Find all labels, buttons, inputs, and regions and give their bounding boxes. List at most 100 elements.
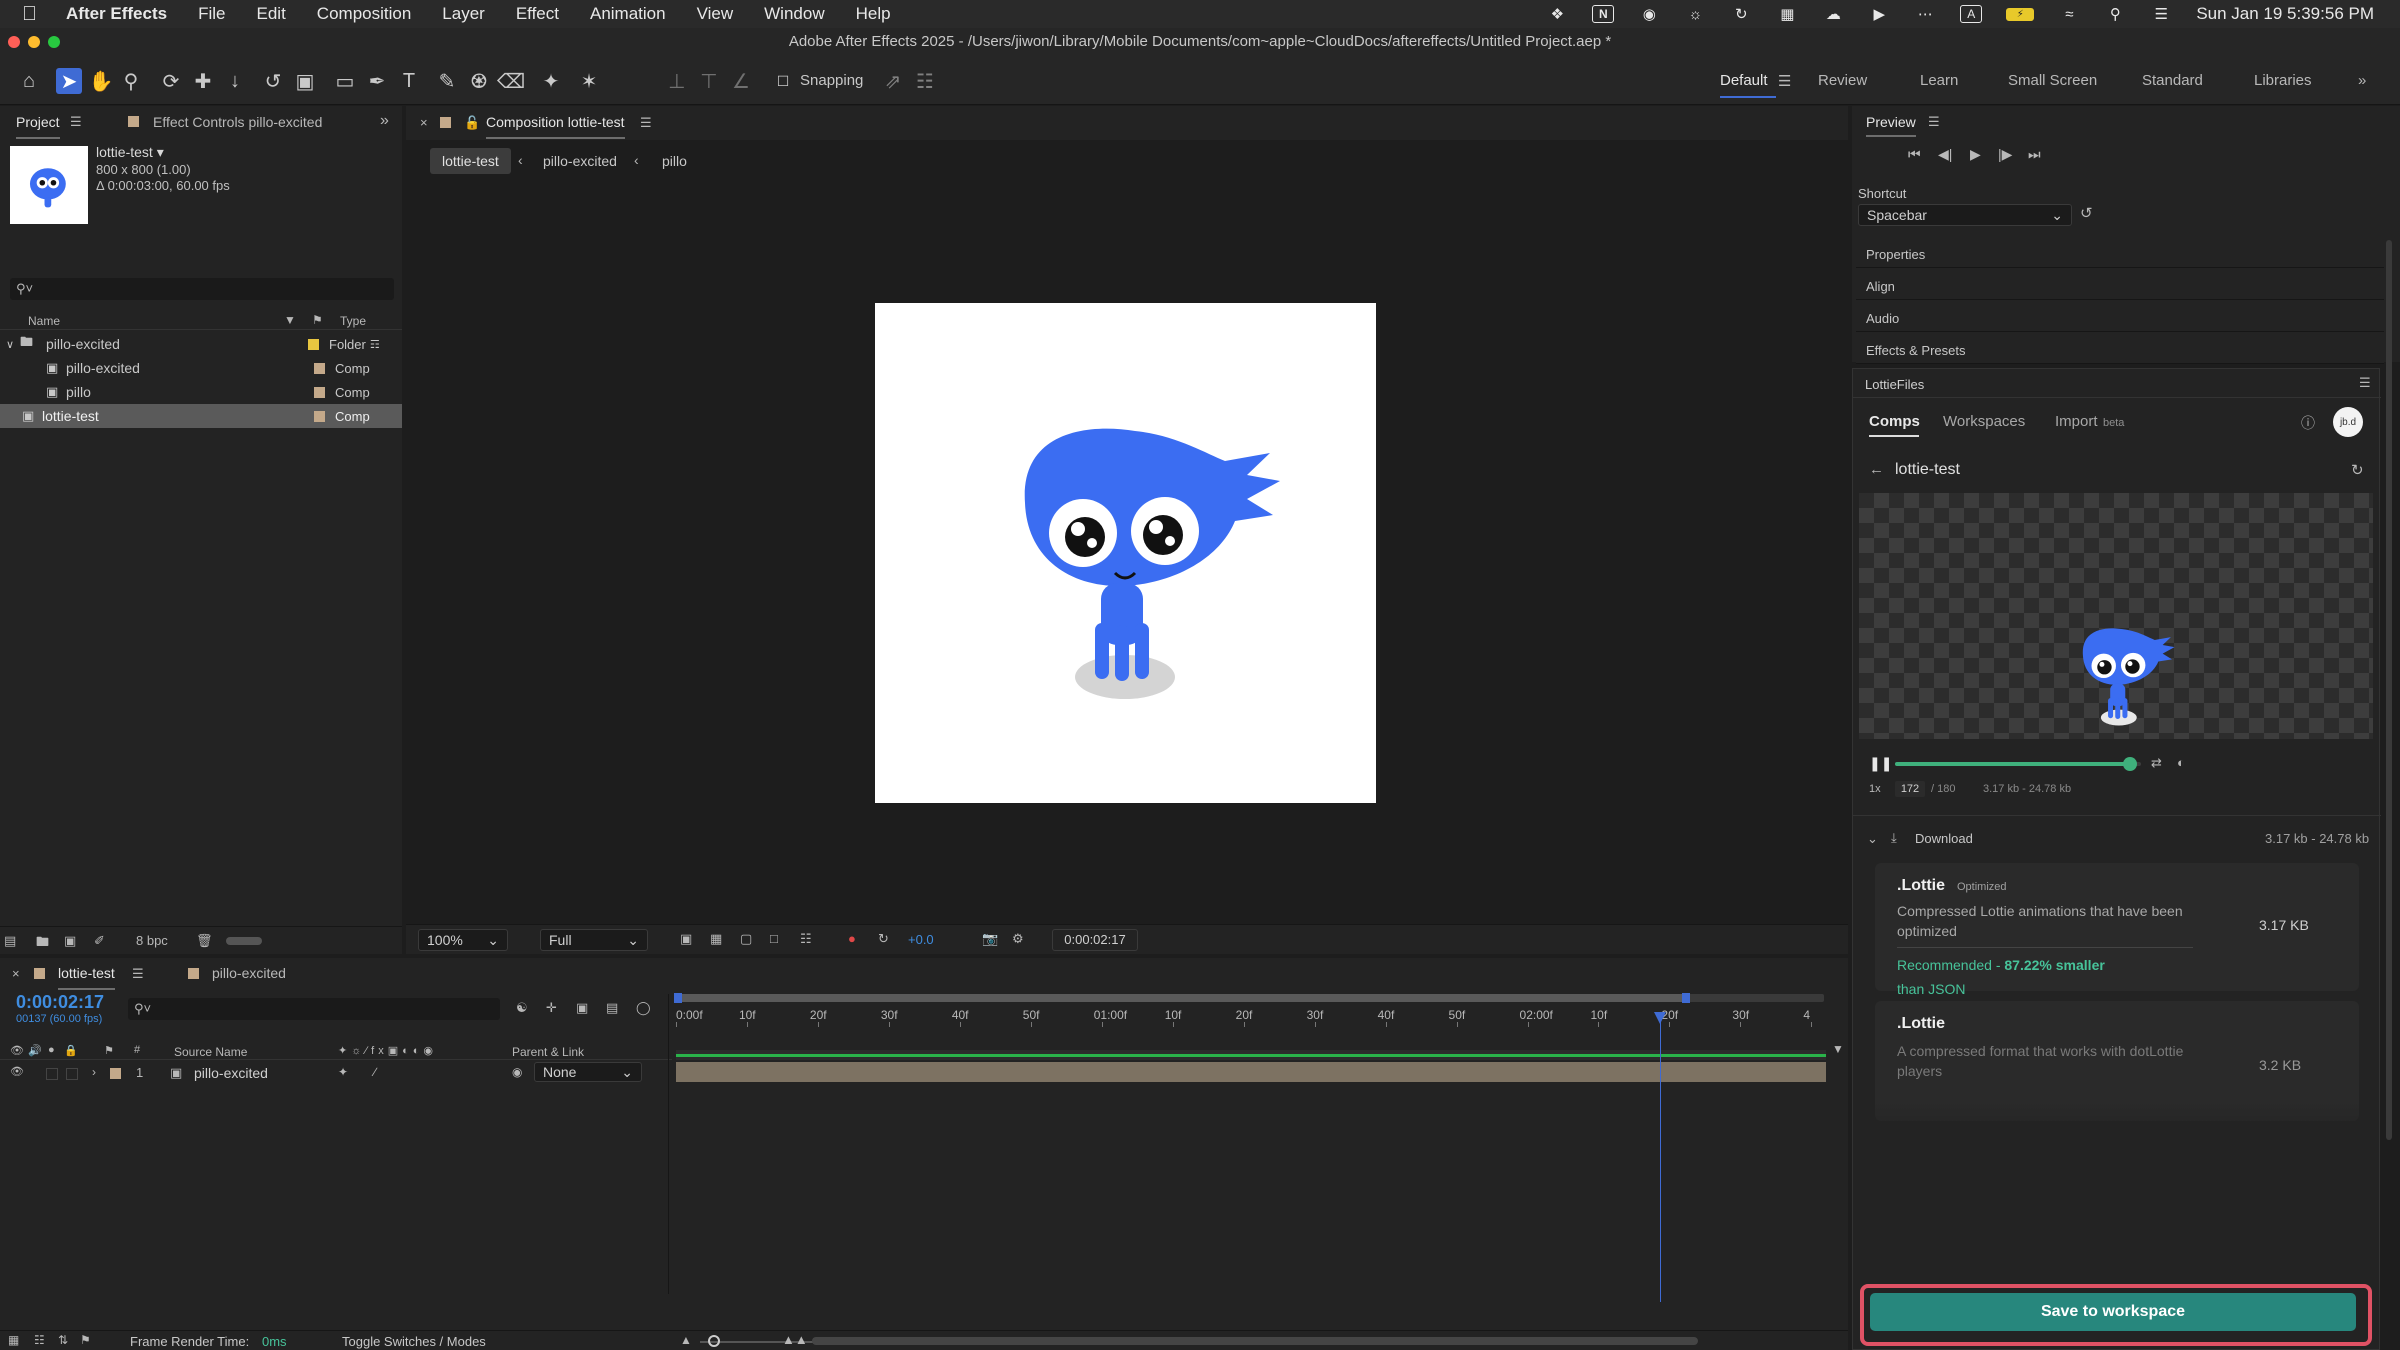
zoom-in-icon[interactable]: ▲▲ xyxy=(782,1332,808,1347)
label-icon[interactable]: ⚑ xyxy=(312,313,323,327)
label-swatch[interactable] xyxy=(314,362,325,374)
zoom-out-icon[interactable]: ▲ xyxy=(680,1333,692,1347)
label-icon[interactable]: ⚑ xyxy=(104,1044,114,1057)
current-frame[interactable]: 172 xyxy=(1895,781,1925,797)
tab-workspaces[interactable]: Workspaces xyxy=(1943,413,2025,430)
right-column-scrollbar[interactable] xyxy=(2386,240,2392,1140)
play-icon[interactable]: ▶ xyxy=(1970,146,1981,163)
transparency-grid-icon[interactable]: ▦ xyxy=(710,931,722,947)
timeline-menu-icon[interactable]: ☰ xyxy=(132,966,144,982)
close-tab-icon[interactable]: × xyxy=(12,966,20,981)
label-swatch[interactable] xyxy=(308,338,319,350)
project-item-comp[interactable]: ▣ pillo-excited Comp xyxy=(0,356,402,380)
timeline-scrollbar[interactable] xyxy=(812,1337,1698,1345)
menu-window[interactable]: Window xyxy=(764,4,824,24)
tab-composition[interactable]: Composition lottie-test xyxy=(486,114,625,139)
tab-project[interactable]: Project xyxy=(16,114,60,139)
workspace-overflow-icon[interactable]: » xyxy=(2358,72,2366,89)
lock-checkbox[interactable] xyxy=(66,1068,78,1080)
menu-edit[interactable]: Edit xyxy=(257,4,286,24)
breadcrumb-pillo-excited[interactable]: pillo-excited xyxy=(543,153,617,169)
wifi-icon[interactable]: ≈ xyxy=(2058,5,2080,23)
menu-composition[interactable]: Composition xyxy=(317,4,412,24)
eye-icon[interactable]: 👁 xyxy=(10,1044,24,1057)
new-comp-icon[interactable]: ▣ xyxy=(64,933,76,949)
workspace-libraries[interactable]: Libraries xyxy=(2254,72,2312,89)
col-type[interactable]: Type xyxy=(340,314,366,328)
tab-import[interactable]: Import xyxy=(2055,413,2098,430)
interpret-footage-icon[interactable]: ▤ xyxy=(4,933,16,949)
last-frame-icon[interactable]: ⏭ xyxy=(2028,146,2041,163)
menu-animation[interactable]: Animation xyxy=(590,4,666,24)
rotate-tool-icon[interactable]: ↺ xyxy=(260,68,286,94)
effects-presets-panel-header[interactable]: Effects & Presets xyxy=(1856,336,2384,364)
first-frame-icon[interactable]: ⏮ xyxy=(1908,146,1921,163)
playback-speed[interactable]: 1x xyxy=(1869,783,1881,795)
snap-edge-icon[interactable]: ⇗ xyxy=(880,68,906,94)
playback-scrubber[interactable] xyxy=(1895,757,2141,771)
draft-3d-icon[interactable]: ✛ xyxy=(546,1000,557,1016)
tab-comps[interactable]: Comps xyxy=(1869,413,1920,430)
dolly-tool-icon[interactable]: ↓ xyxy=(222,68,248,94)
help-icon[interactable]: ⓘ xyxy=(2301,413,2315,433)
resolution-select[interactable]: Full ⌄ xyxy=(540,929,648,951)
menu-help[interactable]: Help xyxy=(856,4,891,24)
solo-icon[interactable]: ● xyxy=(48,1044,55,1056)
workspace-standard[interactable]: Standard xyxy=(2142,72,2203,89)
transfer-controls-icon[interactable]: ⇅ xyxy=(58,1333,68,1347)
grid-icon[interactable]: ▦ xyxy=(1776,5,1798,23)
lottie-menu-icon[interactable]: ☰ xyxy=(2359,375,2371,391)
preview-menu-icon[interactable]: ☰ xyxy=(1928,114,1940,130)
notion-icon[interactable]: N xyxy=(1592,5,1615,23)
breadcrumb-lottie-test[interactable]: lottie-test xyxy=(430,148,511,174)
col-source-name[interactable]: Source Name xyxy=(174,1045,247,1059)
work-area-end-icon[interactable]: ▼ xyxy=(1832,1042,1844,1056)
background-toggle-icon[interactable]: ◐ xyxy=(2177,755,2185,770)
comp-flowchart-icon[interactable]: ☯ xyxy=(516,1000,528,1016)
zoom-window-button[interactable] xyxy=(48,36,60,48)
project-item-comp-selected[interactable]: ▣ lottie-test Comp xyxy=(0,404,402,428)
rectangle-tool-icon[interactable]: ▭ xyxy=(332,68,358,94)
align-panel-header[interactable]: Align xyxy=(1856,272,2384,300)
trash-icon[interactable]: 🗑 xyxy=(196,933,213,949)
panel-overflow-icon[interactable]: » xyxy=(380,112,389,130)
menu-layer[interactable]: Layer xyxy=(442,4,485,24)
reset-icon[interactable]: ↺ xyxy=(2080,204,2093,222)
quality-switch-icon[interactable]: ∕ xyxy=(374,1065,376,1079)
workspace-menu-icon[interactable]: ☰ xyxy=(1778,72,1791,90)
bpc-label[interactable]: 8 bpc xyxy=(136,933,168,948)
chevron-right-icon[interactable]: › xyxy=(92,1065,96,1079)
control-center-icon[interactable]: ☰ xyxy=(2150,5,2172,23)
input-source-icon[interactable]: A xyxy=(1960,5,1983,23)
menu-effect[interactable]: Effect xyxy=(516,4,559,24)
mask-visibility-icon[interactable]: ▢ xyxy=(740,931,752,947)
audio-panel-header[interactable]: Audio xyxy=(1856,304,2384,332)
previous-frame-icon[interactable]: ◀| xyxy=(1938,146,1952,163)
pan-tool-icon[interactable]: ✚ xyxy=(190,68,216,94)
col-parent-link[interactable]: Parent & Link xyxy=(512,1045,584,1059)
menu-file[interactable]: File xyxy=(198,4,225,24)
menubar-clock[interactable]: Sun Jan 19 5:39:56 PM xyxy=(2196,4,2374,24)
thumb-name[interactable]: lottie-test ▾ xyxy=(96,144,164,161)
minimize-window-button[interactable] xyxy=(28,36,40,48)
pause-icon[interactable]: ❚❚ xyxy=(1869,755,1892,772)
apple-icon[interactable]:  xyxy=(22,3,46,26)
refresh-icon[interactable]: ↻ xyxy=(2351,461,2364,479)
parent-select[interactable]: None ⌄ xyxy=(534,1062,642,1082)
viewer-menu-icon[interactable]: ☰ xyxy=(640,115,652,131)
project-item-folder[interactable]: ∨ 🖿 pillo-excited Folder ☶ xyxy=(0,332,402,356)
back-arrow-icon[interactable]: ← xyxy=(1869,461,1884,478)
frame-blending-icon[interactable]: ▤ xyxy=(606,1000,618,1016)
close-window-button[interactable] xyxy=(8,36,20,48)
menu-app[interactable]: After Effects xyxy=(66,4,167,24)
workspace-review[interactable]: Review xyxy=(1818,72,1867,89)
zoom-select[interactable]: 100% ⌄ xyxy=(418,929,508,951)
home-icon[interactable]: ⌂ xyxy=(16,68,42,94)
snap-feature-icon[interactable]: ☷ xyxy=(912,68,938,94)
shy-layers-icon[interactable]: ▣ xyxy=(576,1000,588,1016)
time-machine-icon[interactable]: ↻ xyxy=(1730,5,1752,23)
axis-world-icon[interactable]: ⊤ xyxy=(696,68,722,94)
solo-checkbox[interactable] xyxy=(46,1068,58,1080)
axis-view-icon[interactable]: ∠ xyxy=(728,68,754,94)
tab-effect-controls[interactable]: Effect Controls pillo-excited xyxy=(153,114,322,130)
